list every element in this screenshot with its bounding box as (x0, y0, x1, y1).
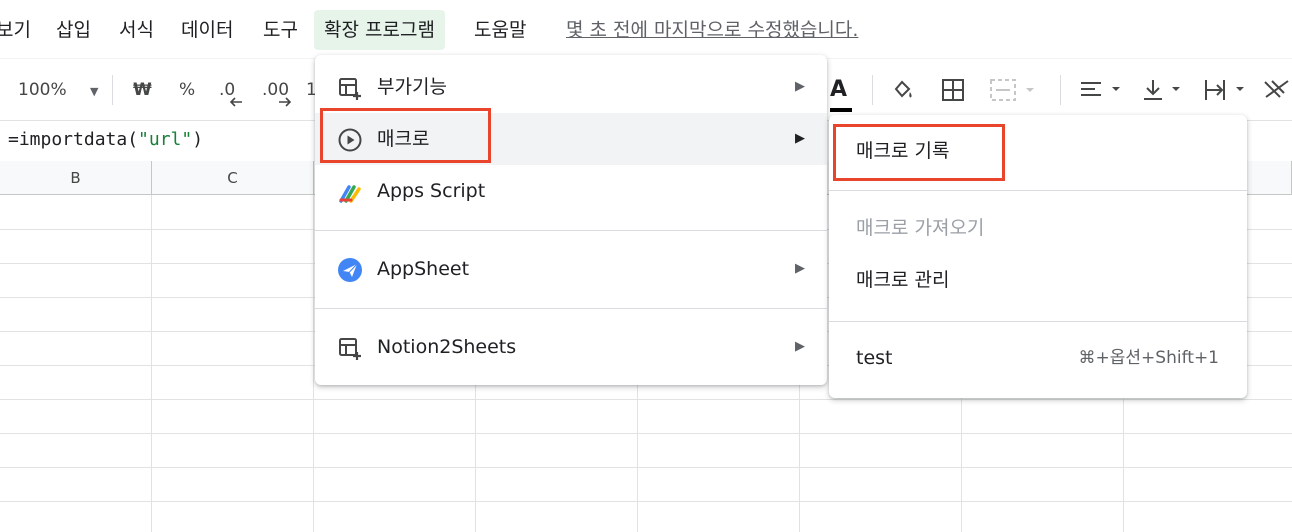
zoom-value: 100% (18, 80, 67, 100)
last-edit-link[interactable]: 몇 초 전에 마지막으로 수정했습니다. (566, 10, 858, 50)
appsheet-icon (338, 258, 362, 282)
text-color-letter: A (830, 77, 848, 102)
toolbar-divider (1060, 75, 1061, 105)
column-line (313, 195, 314, 532)
formula-suffix: ) (192, 129, 204, 150)
submenu-arrow-icon: ▶ (795, 79, 805, 94)
percent-format-button[interactable]: % (179, 75, 195, 105)
extensions-menu: 부가기능 ▶ 매크로 ▶ Apps Script AppSheet ▶ Noti… (315, 55, 827, 385)
column-line (151, 195, 152, 532)
arrow-left-icon (229, 97, 242, 107)
menu-divider (829, 321, 1247, 322)
text-color-button[interactable]: A (830, 75, 852, 112)
formula-prefix: =importdata( (8, 129, 139, 150)
menu-divider (315, 308, 827, 309)
menu-extensions[interactable]: 확장 프로그램 (314, 10, 445, 50)
menu-view[interactable]: 보기 (0, 10, 31, 50)
caret-down-icon: ▼ (90, 85, 99, 98)
submenu-arrow-icon: ▶ (795, 261, 805, 276)
text-rotation-icon[interactable] (1262, 77, 1292, 107)
row-line (0, 433, 1292, 434)
merge-cells-icon[interactable] (988, 77, 1038, 107)
menu-help[interactable]: 도움말 (474, 10, 526, 50)
increase-decimal-button[interactable]: .00 (262, 75, 292, 107)
menu-tools[interactable]: 도구 (263, 10, 298, 50)
decrease-decimal-button[interactable]: .0 (219, 75, 242, 107)
menu-item-label: Notion2Sheets (377, 336, 517, 358)
menu-item-label: 부가기능 (377, 76, 447, 98)
menu-data[interactable]: 데이터 (181, 10, 233, 50)
menu-item-label: Apps Script (377, 180, 486, 202)
borders-icon[interactable] (940, 77, 966, 107)
currency-format-button[interactable]: ₩ (133, 75, 152, 105)
menu-format[interactable]: 서식 (119, 10, 154, 50)
macro-test-shortcut: ⌘+옵션+Shift+1 (1078, 348, 1219, 368)
highlight-box-record-macro (833, 124, 1005, 181)
row-line (0, 501, 1292, 502)
submenu-arrow-icon: ▶ (795, 339, 805, 354)
toolbar-divider (872, 75, 873, 105)
menu-item-appsheet[interactable]: AppSheet ▶ (315, 243, 827, 295)
arrow-right-icon (279, 97, 292, 107)
highlight-box-macros (320, 108, 491, 163)
menu-bar: 보기 삽입 서식 데이터 도구 확장 프로그램 도움말 몇 초 전에 마지막으로… (0, 0, 1292, 58)
addons-icon (339, 78, 361, 100)
row-line (0, 399, 1292, 400)
menu-insert[interactable]: 삽입 (56, 10, 91, 50)
align-vertical-icon[interactable] (1140, 77, 1190, 107)
column-header-c[interactable]: C (152, 161, 314, 195)
apps-script-icon (339, 185, 361, 203)
fill-color-icon[interactable] (890, 77, 916, 107)
import-macro-item: 매크로 가져오기 (856, 217, 985, 239)
menu-divider (315, 230, 827, 231)
macro-test-item[interactable]: test (856, 332, 893, 384)
align-horizontal-icon[interactable] (1078, 77, 1128, 107)
submenu-arrow-icon: ▶ (795, 131, 805, 146)
addons-icon (339, 338, 361, 360)
menu-item-label: AppSheet (377, 258, 470, 280)
formula-string: "url" (138, 129, 193, 150)
row-line (0, 467, 1292, 468)
toolbar-divider (112, 75, 113, 105)
column-header-b[interactable]: B (0, 161, 152, 195)
formula-text[interactable]: =importdata("url") (8, 129, 203, 150)
menu-item-notion2sheets[interactable]: Notion2Sheets ▶ (315, 321, 827, 373)
menu-item-apps-script[interactable]: Apps Script (315, 165, 827, 217)
zoom-select[interactable]: 100% ▼ (18, 75, 98, 105)
menu-item-addons[interactable]: 부가기능 ▶ (315, 61, 827, 113)
text-wrap-icon[interactable] (1202, 77, 1252, 107)
menu-divider (829, 190, 1247, 191)
text-color-swatch (830, 108, 852, 112)
manage-macros-item[interactable]: 매크로 관리 (856, 254, 949, 306)
